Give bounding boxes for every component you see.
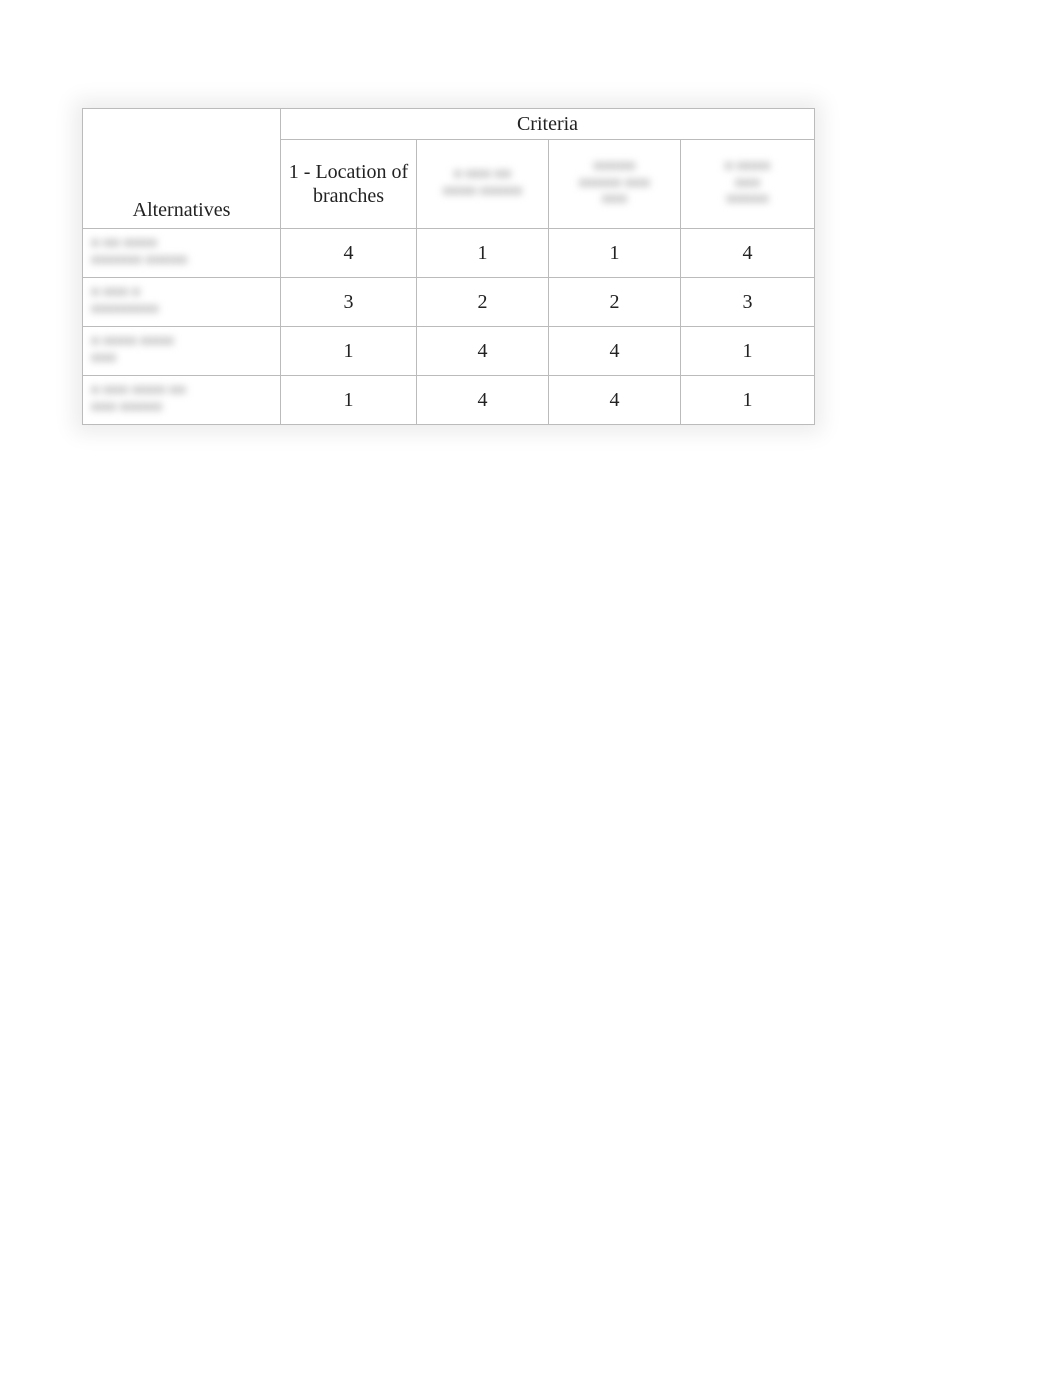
cell-4-4: 1 (681, 376, 815, 425)
cell-4-2: 4 (417, 376, 549, 425)
alternative-4-label: ■ ■■■ ■■■■ ■■■■■ ■■■■■ (83, 376, 281, 425)
table-row: ■ ■■■ ■■■■■■■■■ 3 2 2 3 (83, 278, 815, 327)
cell-1-4: 4 (681, 229, 815, 278)
cell-3-4: 1 (681, 327, 815, 376)
alternative-2-label: ■ ■■■ ■■■■■■■■■ (83, 278, 281, 327)
criteria-col-2: ■ ■■■ ■■■■■■ ■■■■■ (417, 140, 549, 229)
criteria-header: Criteria (281, 109, 815, 140)
criteria-col-1: 1 - Location of branches (281, 140, 417, 229)
cell-3-2: 4 (417, 327, 549, 376)
matrix-table: Alternatives Criteria 1 - Location of br… (82, 108, 815, 425)
cell-3-3: 4 (549, 327, 681, 376)
cell-1-2: 1 (417, 229, 549, 278)
cell-1-3: 1 (549, 229, 681, 278)
alternative-1-label: ■ ■■ ■■■■■■■■■■ ■■■■■ (83, 229, 281, 278)
cell-2-4: 3 (681, 278, 815, 327)
alternative-3-label: ■ ■■■■ ■■■■■■■ (83, 327, 281, 376)
cell-2-1: 3 (281, 278, 417, 327)
table-row: ■ ■■■ ■■■■ ■■■■■ ■■■■■ 1 4 4 1 (83, 376, 815, 425)
table-row: ■ ■■■■ ■■■■■■■ 1 4 4 1 (83, 327, 815, 376)
cell-2-3: 2 (549, 278, 681, 327)
criteria-col-3: ■■■■■■■■■■ ■■■■■■ (549, 140, 681, 229)
alternatives-header: Alternatives (83, 109, 281, 229)
criteria-col-4: ■ ■■■■■■■■■■■■ (681, 140, 815, 229)
table-row: ■ ■■ ■■■■■■■■■■ ■■■■■ 4 1 1 4 (83, 229, 815, 278)
cell-4-1: 1 (281, 376, 417, 425)
decision-matrix-table: Alternatives Criteria 1 - Location of br… (82, 108, 814, 425)
cell-4-3: 4 (549, 376, 681, 425)
cell-3-1: 1 (281, 327, 417, 376)
cell-2-2: 2 (417, 278, 549, 327)
cell-1-1: 4 (281, 229, 417, 278)
